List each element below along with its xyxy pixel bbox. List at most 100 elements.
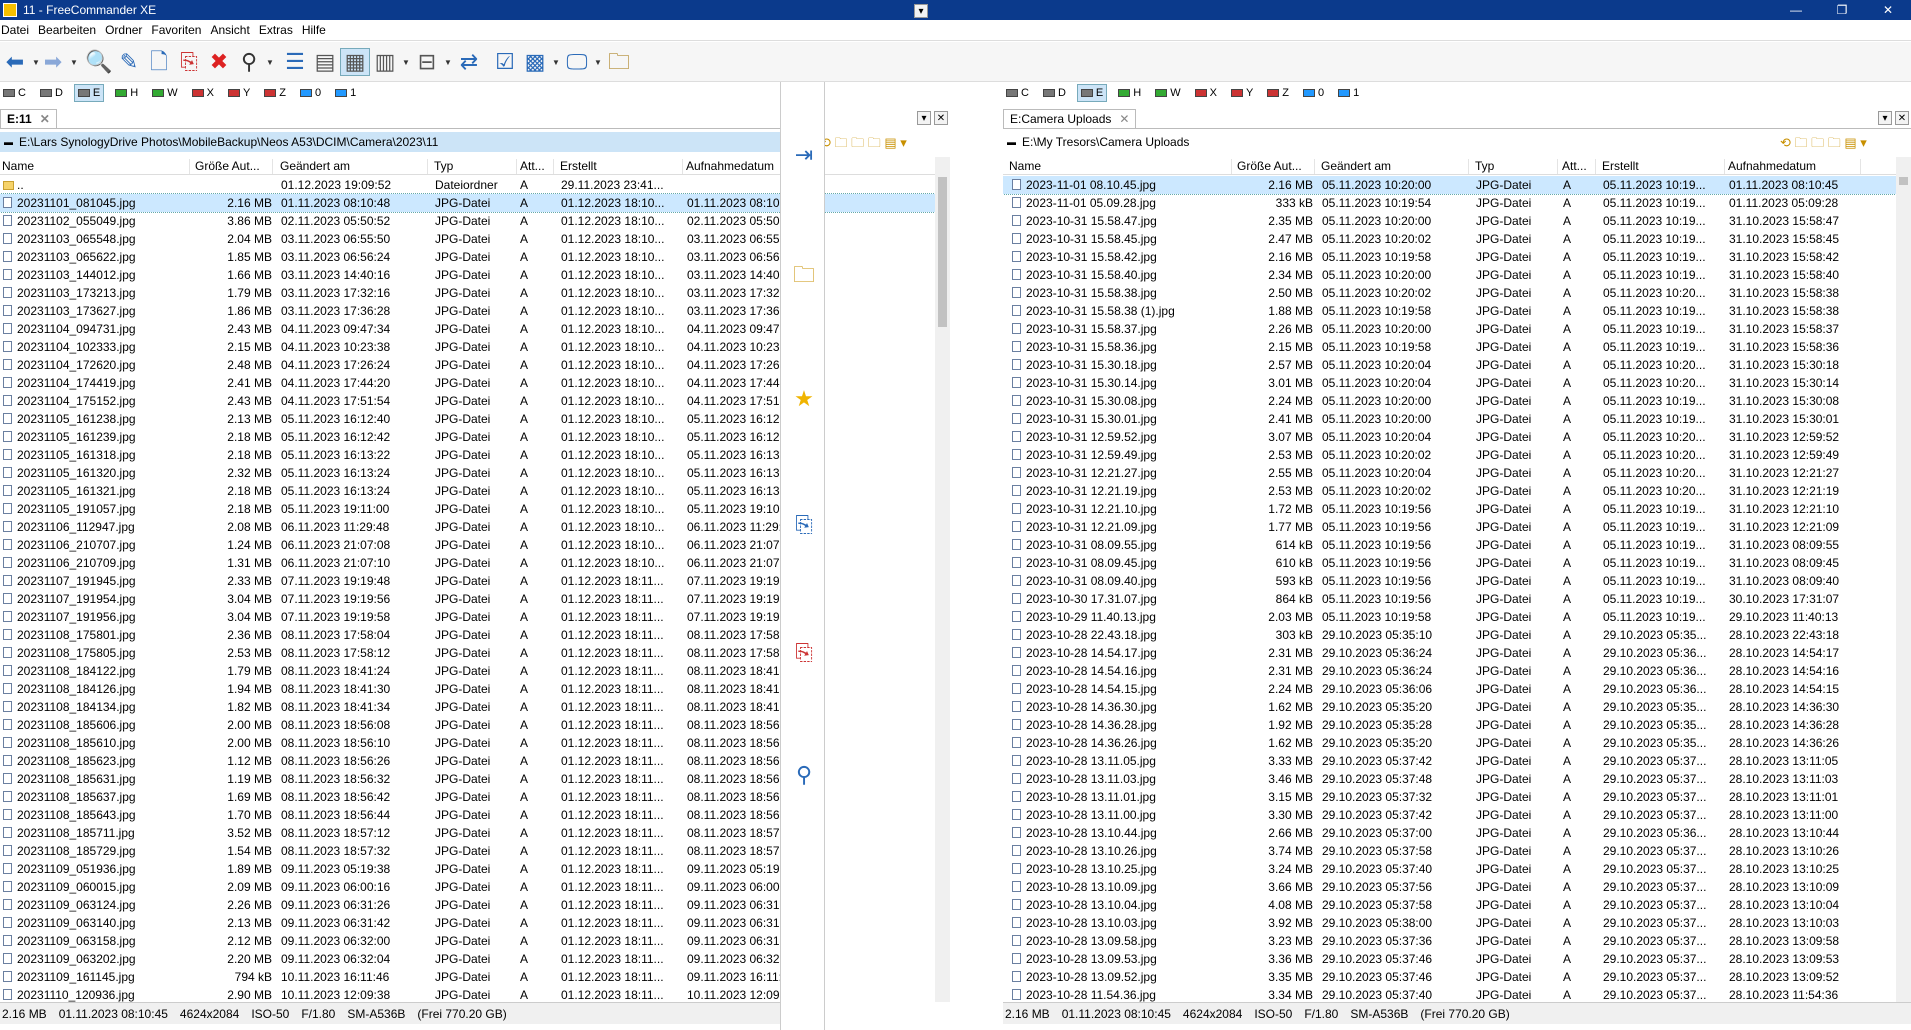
list-view-icon[interactable]: ▤ [310, 48, 340, 76]
right-scrollbar[interactable] [1896, 157, 1911, 1002]
copy-to-panel-icon[interactable]: ⇥ [789, 140, 819, 170]
file-row[interactable]: 2023-10-31 15.58.40.jpg 2.34 MB 05.11.2023… [1003, 266, 1896, 284]
right-path-bar[interactable]: ▬ E:\My Tresors\Camera Uploads [1003, 132, 1911, 152]
col-captured[interactable]: Aufnahmedatum [1726, 159, 1861, 174]
drive-y[interactable]: Y [1228, 84, 1256, 102]
col-size[interactable]: Größe Aut... [1235, 159, 1315, 174]
scroll-thumb[interactable] [1899, 177, 1908, 185]
folder-s-icon[interactable]: 🗀 [604, 48, 634, 76]
menu-hilfe[interactable]: Hilfe [301, 23, 334, 37]
file-row[interactable]: 2023-10-31 15.30.01.jpg 2.41 MB 05.11.2023… [1003, 410, 1896, 428]
drive-x[interactable]: X [189, 84, 217, 102]
file-row[interactable]: 2023-10-31 15.30.18.jpg 2.57 MB 05.11.2023… [1003, 356, 1896, 374]
minimize-button[interactable]: — [1773, 0, 1819, 20]
file-row[interactable]: 2023-10-31 08.09.55.jpg 614 kB 05.11.2023 … [1003, 536, 1896, 554]
file-row[interactable]: 2023-10-31 12.21.09.jpg 1.77 MB 05.11.2023… [1003, 518, 1896, 536]
drive-e[interactable]: E [1076, 84, 1108, 102]
thumbnail-view-icon[interactable]: ▥ [370, 48, 400, 76]
file-row[interactable]: 2023-10-28 14.54.15.jpg 2.24 MB 29.10.2023… [1003, 680, 1896, 698]
col-size[interactable]: Größe Aut... [193, 159, 273, 174]
right-tab-dropdown-icon[interactable]: ▾ [914, 4, 928, 18]
file-row[interactable]: 2023-10-31 15.58.47.jpg 2.35 MB 05.11.2023… [1003, 212, 1896, 230]
new-copy-icon[interactable]: ⎘ [789, 510, 819, 540]
left-scrollbar[interactable] [935, 157, 950, 1002]
file-row[interactable]: 2023-10-31 08.09.40.jpg 593 kB 05.11.2023 … [1003, 572, 1896, 590]
file-row[interactable]: 2023-10-31 08.09.45.jpg 610 kB 05.11.2023 … [1003, 554, 1896, 572]
forward-dropdown-icon[interactable]: ▼ [70, 58, 78, 68]
col-attr[interactable]: Att... [518, 159, 554, 174]
drive-y[interactable]: Y [225, 84, 253, 102]
folder-move-icon[interactable]: 🗀 [789, 262, 819, 292]
back-icon[interactable]: ⬅ [0, 48, 30, 76]
file-row[interactable]: 2023-10-28 13.09.53.jpg 3.36 MB 29.10.2023… [1003, 950, 1896, 968]
tiles-icon[interactable]: ▩ [520, 48, 550, 76]
monitor-icon[interactable]: 🖵 [562, 48, 592, 76]
menu-ordner[interactable]: Ordner [104, 23, 150, 37]
search-icon[interactable]: 🔍 [84, 48, 114, 76]
col-created[interactable]: Erstellt [1600, 159, 1725, 174]
col-name[interactable]: Name [0, 159, 190, 174]
file-row[interactable]: 2023-10-28 13.11.01.jpg 3.15 MB 29.10.2023… [1003, 788, 1896, 806]
left-tab[interactable]: E:11 ✕ [0, 109, 57, 128]
file-row[interactable]: 2023-10-31 12.21.10.jpg 1.72 MB 05.11.2023… [1003, 500, 1896, 518]
file-row[interactable]: 2023-10-29 11.40.13.jpg 2.03 MB 05.11.2023… [1003, 608, 1896, 626]
menu-datei[interactable]: Datei [0, 23, 37, 37]
tree-view-icon[interactable]: ☰ [280, 48, 310, 76]
col-modified[interactable]: Geändert am [1319, 159, 1469, 174]
drive-w[interactable]: W [149, 84, 180, 102]
drive-h[interactable]: H [112, 84, 141, 102]
file-row[interactable]: 2023-10-31 15.58.36.jpg 2.15 MB 05.11.2023… [1003, 338, 1896, 356]
forward-icon[interactable]: ➡ [38, 48, 68, 76]
drive-z[interactable]: Z [261, 84, 289, 102]
left-path-bar[interactable]: ▬ E:\Lars SynologyDrive Photos\MobileBac… [0, 132, 780, 152]
file-row[interactable]: 2023-10-31 15.58.38.jpg 2.50 MB 05.11.2023… [1003, 284, 1896, 302]
file-row[interactable]: 2023-10-31 12.59.52.jpg 3.07 MB 05.11.2023… [1003, 428, 1896, 446]
file-row[interactable]: 2023-10-28 14.36.26.jpg 1.62 MB 29.10.2023… [1003, 734, 1896, 752]
drive-z[interactable]: Z [1264, 84, 1292, 102]
col-modified[interactable]: Geändert am [278, 159, 428, 174]
col-attr[interactable]: Att... [1560, 159, 1596, 174]
file-row[interactable]: 2023-10-28 13.11.05.jpg 3.33 MB 29.10.2023… [1003, 752, 1896, 770]
details-view-icon[interactable]: ▦ [340, 48, 370, 76]
copy-icon[interactable]: ⎘ [174, 48, 204, 76]
maximize-button[interactable]: ❐ [1819, 0, 1865, 20]
left-panel-close-icon[interactable]: ✕ [934, 111, 948, 125]
layout-dropdown-icon[interactable]: ▼ [444, 58, 452, 68]
layout-icon[interactable]: ⊟ [412, 48, 442, 76]
drive-1[interactable]: 1 [1335, 84, 1362, 102]
middle-search-icon[interactable]: ⚲ [789, 760, 819, 790]
left-tab-dropdown-icon[interactable]: ▾ [917, 111, 931, 125]
menu-ansicht[interactable]: Ansicht [209, 23, 257, 37]
new-file-icon[interactable]: 🗋 [144, 48, 174, 76]
file-row[interactable]: 2023-10-28 11.54.36.jpg 3.34 MB 29.10.2023… [1003, 986, 1896, 1002]
right-tab-dropdown-icon[interactable]: ▾ [1878, 111, 1892, 125]
right-tab[interactable]: E:Camera Uploads ✕ [1003, 109, 1137, 128]
file-row[interactable]: 2023-10-28 13.11.03.jpg 3.46 MB 29.10.2023… [1003, 770, 1896, 788]
desktop-0[interactable]: 0 [1300, 84, 1327, 102]
file-row[interactable]: 2023-11-01 05.09.28.jpg 333 kB 05.11.2023 … [1003, 194, 1896, 212]
path-tools-icons[interactable]: ⟲ 🗀 🗀 🗀 ▤ ▾ [820, 134, 907, 156]
file-row[interactable]: 2023-10-28 13.09.58.jpg 3.23 MB 29.10.2023… [1003, 932, 1896, 950]
file-row[interactable]: 2023-10-31 15.30.08.jpg 2.24 MB 05.11.2023… [1003, 392, 1896, 410]
sync-icon[interactable]: ⇄ [454, 48, 484, 76]
file-row[interactable]: 2023-10-31 15.30.14.jpg 3.01 MB 05.11.2023… [1003, 374, 1896, 392]
path-tools-icons[interactable]: ⟲ 🗀 🗀 🗀 ▤ ▾ [1780, 134, 1867, 156]
favorites-star-icon[interactable]: ★ [789, 384, 819, 414]
file-row[interactable]: 2023-10-28 13.09.52.jpg 3.35 MB 29.10.2023… [1003, 968, 1896, 986]
close-tab-icon[interactable]: ✕ [40, 112, 50, 126]
view-dropdown-icon[interactable]: ▼ [402, 58, 410, 68]
file-row[interactable]: 2023-10-31 15.58.38 (1).jpg 1.88 MB 05.11.… [1003, 302, 1896, 320]
col-type[interactable]: Typ [432, 159, 517, 174]
col-name[interactable]: Name [1007, 159, 1232, 174]
file-row[interactable]: 2023-10-28 13.10.44.jpg 2.66 MB 29.10.2023… [1003, 824, 1896, 842]
desktop-0[interactable]: 0 [297, 84, 324, 102]
scroll-thumb[interactable] [938, 177, 947, 327]
file-row[interactable]: 2023-10-30 17.31.07.jpg 864 kB 05.11.2023 … [1003, 590, 1896, 608]
file-row[interactable]: 2023-10-28 13.10.26.jpg 3.74 MB 29.10.2023… [1003, 842, 1896, 860]
drive-h[interactable]: H [1115, 84, 1144, 102]
file-row[interactable]: 2023-10-28 14.36.30.jpg 1.62 MB 29.10.2023… [1003, 698, 1896, 716]
drive-1[interactable]: 1 [332, 84, 359, 102]
file-row[interactable]: 2023-11-01 08.10.45.jpg 2.16 MB 05.11.2023… [1003, 176, 1896, 195]
file-row[interactable]: 2023-10-31 15.58.42.jpg 2.16 MB 05.11.2023… [1003, 248, 1896, 266]
file-row[interactable]: 2023-10-28 22.43.18.jpg 303 kB 29.10.2023 … [1003, 626, 1896, 644]
